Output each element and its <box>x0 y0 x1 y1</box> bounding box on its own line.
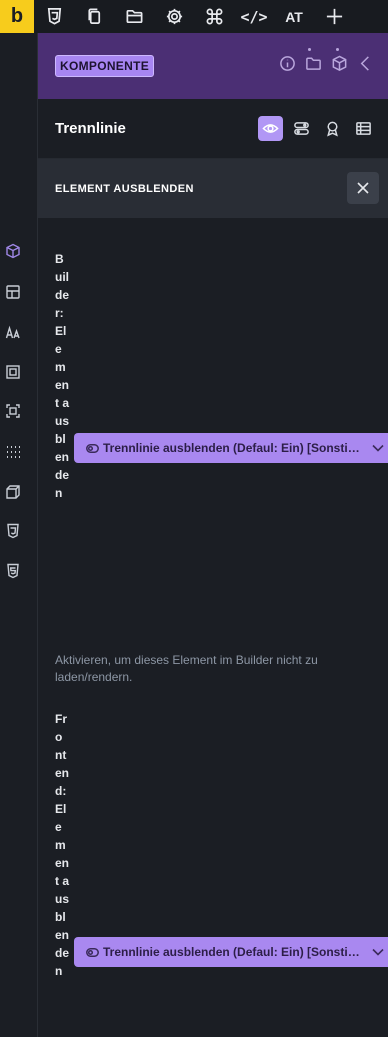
component-box-icon[interactable] <box>331 55 348 77</box>
indicator-dot <box>308 48 311 51</box>
section-title: ELEMENT AUSBLENDEN <box>55 182 194 195</box>
settings-icon[interactable] <box>154 0 194 33</box>
badge-icon[interactable] <box>320 116 345 141</box>
component-actions <box>279 55 374 77</box>
builder-hide-select-value: Trennlinie ausblenden (Defaul: Ein) [Son… <box>103 441 363 455</box>
indicator-dot <box>336 48 339 51</box>
left-sidebar <box>0 33 38 1037</box>
builder-hide-description: Aktivieren, um dieses Element im Builder… <box>55 653 318 684</box>
table-icon[interactable] <box>351 116 376 141</box>
title-actions <box>258 116 376 141</box>
css3-icon[interactable] <box>34 0 74 33</box>
plus-icon[interactable] <box>314 0 354 33</box>
transform-icon[interactable] <box>4 483 22 501</box>
size-icon[interactable] <box>4 402 22 420</box>
layout-icon[interactable] <box>4 283 22 301</box>
component-header: KOMPONENTE <box>38 33 388 99</box>
toggle-icon[interactable] <box>289 116 314 141</box>
element-title-row: Trennlinie <box>38 99 388 159</box>
typography-icon[interactable] <box>4 324 22 342</box>
element-panel: KOMPONENTE Trennlinie ELEMENT AUSBLENDEN… <box>38 33 388 1037</box>
info-icon[interactable] <box>279 55 296 77</box>
close-button[interactable] <box>347 172 379 204</box>
folder-icon[interactable] <box>114 0 154 33</box>
toggle-icon <box>86 947 99 957</box>
chevron-left-icon[interactable] <box>357 55 374 77</box>
section-header: ELEMENT AUSBLENDEN <box>38 159 388 218</box>
attributes-button[interactable]: AT <box>274 0 314 33</box>
frontend-hide-label: Frontend: Element ausblenden <box>55 712 70 978</box>
chevron-down-icon <box>372 948 384 956</box>
spacing-icon[interactable] <box>4 363 22 381</box>
copy-icon[interactable] <box>74 0 114 33</box>
grid-dots-icon[interactable] <box>4 443 22 461</box>
chevron-down-icon <box>372 444 384 452</box>
builder-hide-select[interactable]: Trennlinie ausblenden (Defaul: Ein) [Son… <box>74 433 388 463</box>
element-title: Trennlinie <box>55 120 126 137</box>
component-badge[interactable]: KOMPONENTE <box>55 55 155 77</box>
visibility-eye-icon[interactable] <box>258 116 283 141</box>
command-icon[interactable] <box>194 0 234 33</box>
builder-logo[interactable]: b <box>0 0 34 33</box>
top-toolbar: b </> AT <box>0 0 388 33</box>
toggle-icon <box>86 443 99 453</box>
close-icon <box>357 182 369 194</box>
builder-hide-label: Builder: Element ausblenden <box>55 252 70 500</box>
code-icon[interactable]: </> <box>234 0 274 33</box>
frontend-hide-select[interactable]: Trennlinie ausblenden (Defaul: Ein) [Son… <box>74 937 388 967</box>
folder-icon[interactable] <box>305 55 322 77</box>
css3-icon[interactable] <box>4 522 22 540</box>
component-icon[interactable] <box>4 242 22 260</box>
html5-icon[interactable] <box>4 562 22 580</box>
frontend-hide-select-value: Trennlinie ausblenden (Defaul: Ein) [Son… <box>103 945 363 959</box>
